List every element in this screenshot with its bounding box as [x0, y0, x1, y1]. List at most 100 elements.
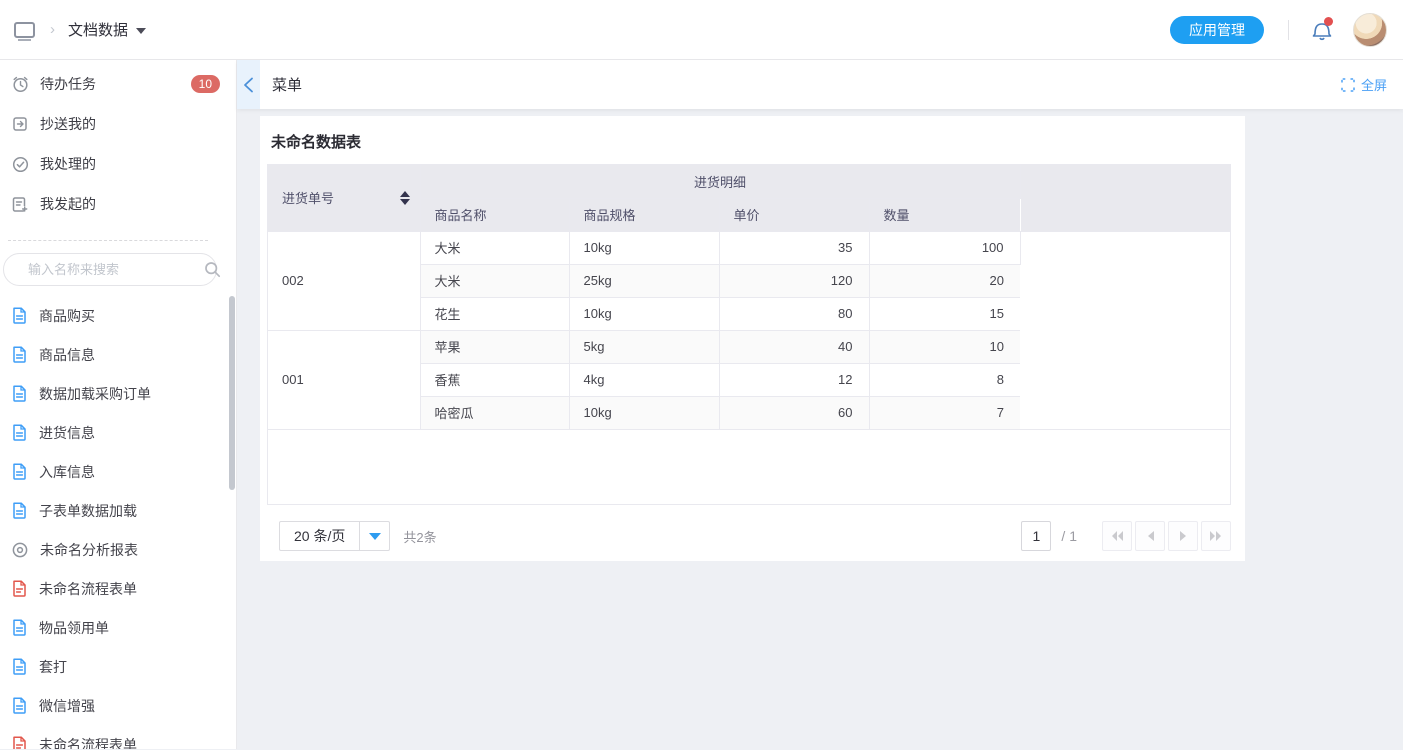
document-label: 物品领用单 [39, 618, 109, 638]
search-box [3, 253, 217, 286]
search-input[interactable] [28, 262, 204, 277]
name-cell: 大米 [420, 231, 569, 264]
current-page-box[interactable]: 1 [1021, 521, 1051, 551]
qty-cell: 100 [869, 231, 1020, 264]
nav-item[interactable]: 我处理的 [0, 144, 236, 184]
column-header-filler [1020, 165, 1230, 231]
spec-cell: 10kg [569, 297, 719, 330]
page-subheader: 菜单 全屏 [237, 60, 1403, 109]
sidebar-nav-list: 待办任务10 抄送我的我处理的我发起的 [0, 60, 236, 224]
qty-cell: 8 [869, 363, 1020, 396]
sidebar-document-item[interactable]: 微信增强 [0, 686, 236, 725]
document-label: 微信增强 [39, 696, 95, 716]
document-label: 商品购买 [39, 306, 95, 326]
search-icon[interactable] [204, 261, 221, 278]
clock-icon [12, 76, 29, 93]
main-area: 菜单 全屏 未命名数据表 [237, 60, 1403, 749]
qty-cell: 7 [869, 396, 1020, 429]
last-page-button[interactable] [1201, 521, 1231, 551]
fullscreen-icon [1341, 78, 1355, 92]
data-table: 进货单号 进货明细 商品名称商品规格单价数量 002大米10kg35100大米2… [268, 165, 1230, 430]
notification-bell-icon[interactable] [1311, 18, 1333, 42]
sidebar-document-item[interactable]: 进货信息 [0, 413, 236, 452]
doc-icon [12, 619, 27, 636]
sidebar-divider [8, 240, 208, 241]
nav-item-label: 我发起的 [40, 194, 96, 214]
sidebar-document-item[interactable]: 商品信息 [0, 335, 236, 374]
doc-icon [12, 424, 27, 441]
name-cell: 花生 [420, 297, 569, 330]
table-row[interactable]: 002大米10kg35100 [268, 231, 1230, 264]
column-group-header: 进货明细 [420, 165, 1020, 198]
doc-plus-icon [12, 196, 29, 213]
report-icon [12, 542, 28, 558]
name-cell: 哈密瓜 [420, 396, 569, 429]
document-label: 未命名流程表单 [39, 735, 137, 750]
doc-icon [12, 346, 27, 363]
sub-column-header: 商品规格 [569, 198, 719, 231]
nav-item[interactable]: 待办任务10 [0, 64, 236, 104]
home-monitor-icon[interactable] [14, 22, 35, 38]
check-circle-icon [12, 156, 29, 173]
notification-dot [1324, 17, 1333, 26]
doc-icon [12, 463, 27, 480]
nav-item[interactable]: 我发起的 [0, 184, 236, 224]
name-cell: 大米 [420, 264, 569, 297]
price-cell: 60 [719, 396, 869, 429]
sidebar-document-item[interactable]: 未命名流程表单 [0, 725, 236, 749]
sidebar-document-item[interactable]: 商品购买 [0, 296, 236, 335]
qty-cell: 10 [869, 330, 1020, 363]
qty-cell: 15 [869, 297, 1020, 330]
sidebar-document-item[interactable]: 子表单数据加载 [0, 491, 236, 530]
sidebar: 待办任务10 抄送我的我处理的我发起的 商品购买商品信息数据加载采购订单进货信息入… [0, 60, 237, 749]
price-cell: 35 [719, 231, 869, 264]
back-button[interactable] [237, 60, 260, 109]
page-title: 菜单 [272, 74, 302, 95]
sub-column-header: 商品名称 [420, 198, 569, 231]
top-bar: › 文档数据 应用管理 [0, 0, 1403, 60]
first-page-button[interactable] [1102, 521, 1132, 551]
price-cell: 40 [719, 330, 869, 363]
avatar[interactable] [1353, 13, 1387, 47]
spec-cell: 10kg [569, 231, 719, 264]
sidebar-document-item[interactable]: 数据加载采购订单 [0, 374, 236, 413]
process-doc-icon [12, 580, 27, 597]
nav-item-label: 待办任务 [40, 74, 96, 94]
sidebar-document-item[interactable]: 物品领用单 [0, 608, 236, 647]
price-cell: 12 [719, 363, 869, 396]
sidebar-document-item[interactable]: 入库信息 [0, 452, 236, 491]
document-label: 商品信息 [39, 345, 95, 365]
page-size-caret-icon [359, 522, 389, 550]
fullscreen-button[interactable]: 全屏 [1341, 75, 1387, 94]
page-size-select[interactable]: 20 条/页 [279, 521, 390, 551]
spec-cell: 10kg [569, 396, 719, 429]
chevron-down-icon [136, 28, 146, 34]
sort-icon[interactable] [400, 191, 410, 205]
card-title: 未命名数据表 [271, 131, 1231, 152]
doc-icon [12, 385, 27, 402]
doc-icon [12, 502, 27, 519]
column-header-order[interactable]: 进货单号 [268, 165, 420, 231]
app-manage-button[interactable]: 应用管理 [1170, 16, 1264, 44]
sub-column-header: 数量 [869, 198, 1020, 231]
nav-item[interactable]: 抄送我的 [0, 104, 236, 144]
breadcrumb[interactable]: 文档数据 [68, 19, 146, 40]
nav-item-label: 抄送我的 [40, 114, 96, 134]
sidebar-document-item[interactable]: 套打 [0, 647, 236, 686]
prev-page-button[interactable] [1135, 521, 1165, 551]
sidebar-document-list: 商品购买商品信息数据加载采购订单进货信息入库信息子表单数据加载未命名分析报表未命… [0, 296, 236, 749]
sidebar-document-item[interactable]: 未命名分析报表 [0, 530, 236, 569]
table-wrapper: 进货单号 进货明细 商品名称商品规格单价数量 002大米10kg35100大米2… [267, 164, 1231, 505]
order-number-cell: 001 [268, 330, 420, 429]
document-label: 未命名流程表单 [39, 579, 137, 599]
next-page-button[interactable] [1168, 521, 1198, 551]
total-count: 共2条 [403, 527, 436, 546]
breadcrumb-separator-icon: › [50, 21, 55, 38]
topbar-divider [1288, 20, 1289, 40]
document-label: 进货信息 [39, 423, 95, 443]
fullscreen-label: 全屏 [1361, 75, 1387, 94]
table-footer: 20 条/页 共2条 1 / 1 [267, 505, 1231, 567]
data-table-card: 未命名数据表 进货单号 [260, 116, 1245, 561]
sidebar-scrollbar[interactable] [229, 296, 235, 490]
sidebar-document-item[interactable]: 未命名流程表单 [0, 569, 236, 608]
